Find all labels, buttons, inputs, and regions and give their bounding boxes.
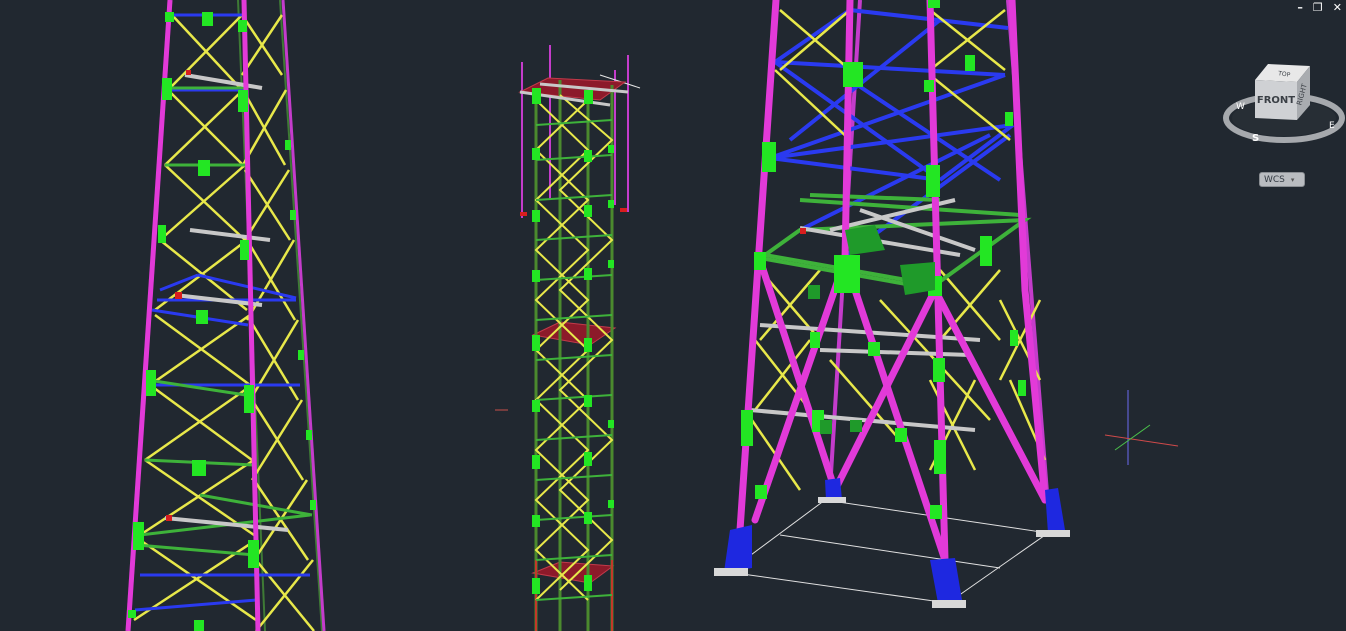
minimize-icon[interactable]: – (1297, 1, 1303, 15)
viewcube[interactable]: FRONT RIGHT TOP W S E (1223, 64, 1345, 144)
wcs-menu-button[interactable]: WCS ▾ (1259, 172, 1305, 187)
middle-mast[interactable] (518, 45, 641, 631)
compass-east-label[interactable]: E (1329, 121, 1335, 131)
compass-west-label[interactable]: W (1236, 102, 1245, 112)
viewcube-face-label[interactable]: FRONT (1257, 95, 1295, 106)
drawing-viewport[interactable]: FRONT RIGHT TOP W S E (0, 0, 1346, 631)
right-tower[interactable] (714, 0, 1070, 608)
close-icon[interactable]: ✕ (1333, 1, 1342, 15)
restore-icon[interactable]: ❐ (1313, 1, 1323, 15)
window-controls: – ❐ ✕ (1297, 1, 1342, 15)
compass-south-label[interactable]: S (1252, 133, 1259, 144)
wcs-label: WCS (1264, 174, 1285, 185)
chevron-down-icon: ▾ (1290, 175, 1295, 184)
ucs-axis-icon (1104, 390, 1179, 465)
left-tower[interactable] (125, 0, 326, 631)
